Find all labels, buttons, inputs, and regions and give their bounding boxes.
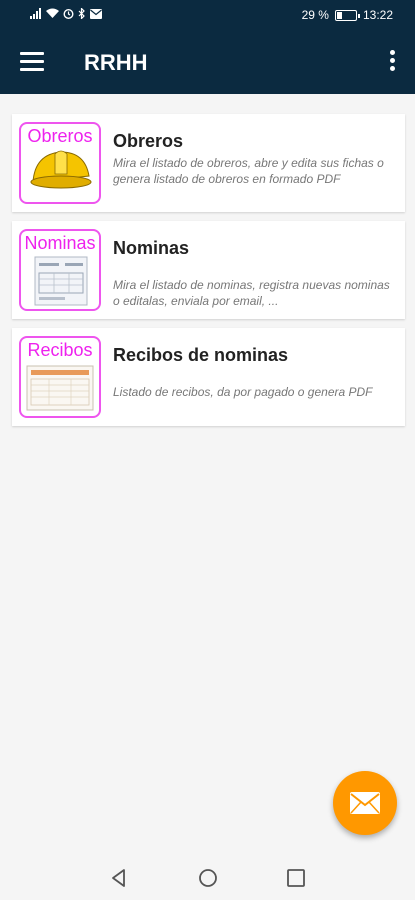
hard-hat-icon <box>30 150 92 189</box>
list-item-recibos[interactable]: Recibos Recibos de nominas Listado de re… <box>12 328 405 426</box>
battery-icon <box>334 9 360 21</box>
hamburger-menu-icon[interactable] <box>20 52 44 72</box>
list-item-obreros[interactable]: Obreros Obreros Mira el listado de obrer… <box>12 114 405 212</box>
payroll-document-icon <box>34 256 88 306</box>
app-bar: RRHH <box>0 30 415 94</box>
item-description: Mira el listado de obreros, abre y edita… <box>113 156 384 186</box>
recibos-thumbnail: Recibos <box>19 336 101 418</box>
status-icons-right: 29 % 13:22 <box>302 8 393 22</box>
item-description: Listado de recibos, da por pagado o gene… <box>113 385 373 399</box>
page-title: RRHH <box>84 50 148 75</box>
system-nav-bar <box>0 855 415 900</box>
obreros-thumbnail: Obreros <box>19 122 101 204</box>
battery-percent: 29 % <box>301 8 329 22</box>
item-description: Mira el listado de nominas, registra nue… <box>113 278 390 308</box>
status-bar: 29 % 13:22 <box>0 0 415 30</box>
nominas-thumbnail: Nominas <box>19 229 101 311</box>
home-circle-icon[interactable] <box>197 867 219 889</box>
signal-icon <box>30 8 41 19</box>
mail-icon <box>350 792 380 814</box>
wifi-icon <box>46 8 59 18</box>
item-title: Recibos de nominas <box>113 345 289 365</box>
alarm-icon <box>63 9 74 19</box>
bluetooth-icon <box>78 8 85 19</box>
list-item-nominas[interactable]: Nominas Nominas Mira el listado de nomin… <box>12 221 405 319</box>
recents-square-icon[interactable] <box>285 867 307 889</box>
item-title: Nominas <box>113 238 190 258</box>
more-vertical-icon[interactable] <box>387 50 397 74</box>
receipt-document-icon <box>26 365 94 411</box>
battery-level <box>336 11 343 19</box>
clock: 13:22 <box>362 8 393 22</box>
item-title: Obreros <box>113 131 184 151</box>
module-list: Obreros Obreros Mira el listado de obrer… <box>12 114 405 435</box>
mail-notification-icon <box>90 8 102 19</box>
send-email-fab[interactable] <box>333 771 397 835</box>
back-triangle-icon[interactable] <box>108 867 130 889</box>
status-icons-left <box>30 8 102 19</box>
